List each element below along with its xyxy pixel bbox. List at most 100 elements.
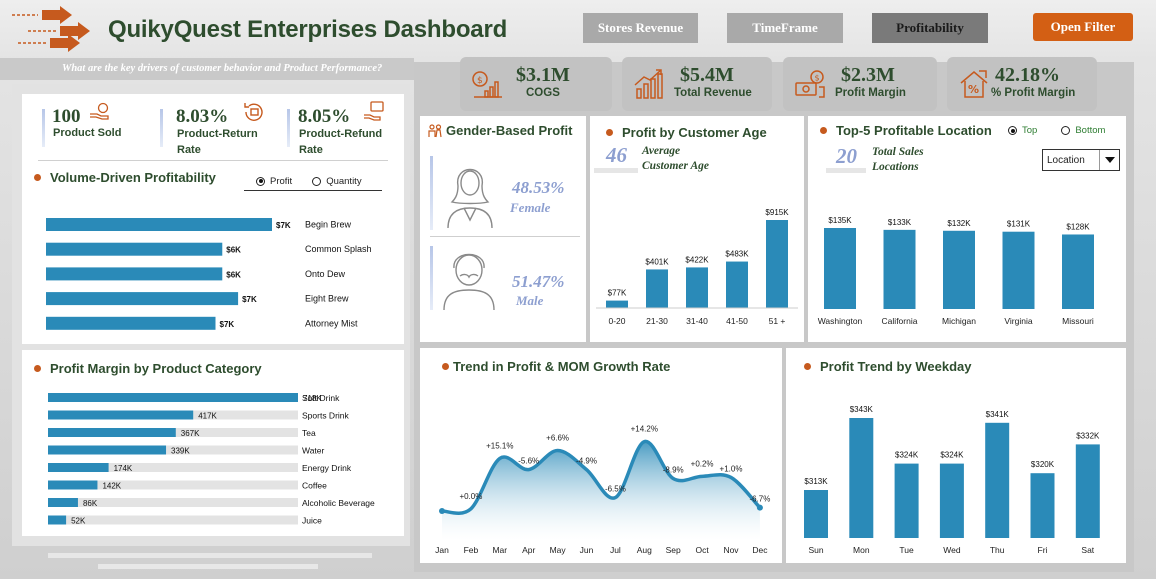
age-title: Profit by Customer Age (606, 125, 767, 140)
trend-axis-label: Nov (723, 545, 739, 555)
locations-radio-group: Top Bottom (1008, 125, 1105, 136)
trend-axis-label: Feb (464, 545, 479, 555)
growth-label: +0.0% (459, 492, 482, 501)
category-bar-value: 174K (114, 464, 133, 473)
kpi-card-total-revenue: $5.4M Total Revenue (622, 57, 772, 111)
return-rate-value: 8.03% (176, 106, 229, 127)
growth-label: -6.7% (749, 495, 770, 504)
radio-top[interactable]: Top (1008, 125, 1037, 136)
percent-house-icon: % (960, 70, 988, 98)
category-bar-value: 367K (181, 429, 200, 438)
weekday-bar (1030, 473, 1055, 538)
stores-revenue-button[interactable]: Stores Revenue (583, 13, 698, 43)
age-bar (606, 300, 628, 308)
volume-bar-value: $7K (242, 295, 257, 304)
gender-title: Gender-Based Profit (428, 123, 572, 139)
trend-axis-label: Aug (637, 545, 652, 555)
radio-profit[interactable]: Profit (256, 172, 292, 190)
chevron-down-icon[interactable] (1099, 150, 1119, 170)
age-bar (726, 261, 748, 308)
trend-title: Trend in Profit & MOM Growth Rate (442, 359, 670, 374)
category-bar (48, 410, 194, 420)
radio-circle (1008, 126, 1017, 135)
category-bar (48, 393, 298, 402)
location-bar-value: $133K (888, 218, 912, 227)
trend-axis-label: Jun (580, 545, 594, 555)
radio-bottom[interactable]: Bottom (1061, 125, 1105, 136)
category-bar (48, 515, 67, 525)
category-margin-title-text: Profit Margin by Product Category (50, 361, 262, 376)
age-bar-value: $915K (765, 208, 789, 217)
accent-bar (160, 109, 163, 147)
trend-axis-label: Oct (695, 545, 709, 555)
kpi-value: 42.18% (995, 64, 1060, 86)
volume-profitability-chart: $7K Begin Brew $6K Common Splash $6K Onto Dew… (46, 218, 372, 330)
hand-coin-icon (90, 102, 109, 120)
timeframe-button[interactable]: TimeFrame (727, 13, 843, 43)
age-bar-value: $422K (685, 255, 709, 264)
kpi-card-profit-margin: $ $2.3M Profit Margin (783, 57, 937, 111)
bullet-dot-icon (606, 129, 613, 137)
category-bar-value: 52K (71, 517, 86, 526)
location-bar-value: $128K (1066, 222, 1090, 231)
age-axis-label: 31-40 (686, 316, 708, 326)
dashboard-subtitle: What are the key drivers of customer beh… (62, 63, 383, 74)
bullet-dot-icon (820, 127, 827, 135)
growth-label: -8.9% (663, 466, 684, 475)
avg-age-label-2: Customer Age (642, 160, 709, 172)
location-bar-value: $132K (947, 219, 971, 228)
volume-bar-value: $6K (226, 246, 241, 255)
weekday-bar-value: $332K (1076, 431, 1100, 440)
profitability-button[interactable]: Profitability (872, 13, 988, 43)
weekday-bar (849, 418, 874, 538)
weekday-bar (985, 422, 1010, 538)
age-axis-label: 0-20 (608, 316, 625, 326)
volume-bar-value: $6K (226, 270, 241, 279)
weekday-bar-value: $324K (895, 451, 919, 460)
header: QuikyQuest Enterprises Dashboard Stores … (0, 0, 1156, 58)
volume-bar-category: Common Splash (305, 244, 372, 254)
location-axis-label: Missouri (1062, 316, 1094, 326)
age-bar (646, 269, 668, 308)
weekday-axis-label: Fri (1038, 545, 1048, 555)
accent-bar (430, 156, 433, 230)
female-percent: 48.53% (512, 178, 565, 197)
trend-panel: Trend in Profit & MOM Growth Rate +0.0% +… (420, 348, 782, 563)
volume-bar (46, 316, 216, 330)
age-bar-value: $77K (608, 289, 627, 298)
trend-axis-label: Sep (666, 545, 681, 555)
male-percent: 51.47% (512, 272, 565, 291)
open-filter-button[interactable]: Open Filter (1033, 13, 1133, 41)
radio-quantity[interactable]: Quantity (312, 172, 362, 190)
location-bar-value: $131K (1007, 220, 1031, 229)
location-dropdown-value: Location (1047, 154, 1085, 166)
bullet-dot-icon (34, 365, 41, 373)
location-axis-label: Virginia (1004, 316, 1032, 326)
male-label: Male (516, 293, 544, 308)
weekday-axis-label: Mon (853, 545, 870, 555)
total-locations-label-1: Total Sales (872, 146, 924, 158)
category-margin-title: Profit Margin by Product Category (34, 361, 262, 376)
age-panel: Profit by Customer Age 46 Average Custom… (590, 116, 804, 342)
category-bar-label: Juice (302, 516, 322, 526)
kpi-value: $2.3M (841, 64, 895, 86)
male-avatar-icon (443, 253, 495, 310)
age-axis-label: 41-50 (726, 316, 748, 326)
kpi-value: $5.4M (680, 64, 734, 86)
decorative-shadow (48, 553, 372, 558)
locations-title: Top-5 Profitable Location (820, 123, 992, 138)
weekday-axis-label: Sat (1081, 545, 1094, 555)
weekday-bar (1075, 444, 1100, 538)
growth-label: +14.2% (631, 425, 658, 434)
weekday-bar-value: $341K (986, 410, 1010, 419)
location-dropdown[interactable]: Location (1042, 149, 1120, 171)
growth-label: -6.5% (605, 485, 626, 494)
category-bar-label: Coffee (302, 481, 327, 491)
location-bar (1062, 234, 1094, 309)
trend-point (756, 504, 763, 511)
growth-label: -5.6% (518, 457, 539, 466)
bullet-dot-icon (442, 363, 449, 371)
category-margin-panel: Profit Margin by Product Category 718K So… (22, 350, 404, 536)
weekday-bar (939, 463, 964, 538)
radio-circle (312, 176, 322, 186)
